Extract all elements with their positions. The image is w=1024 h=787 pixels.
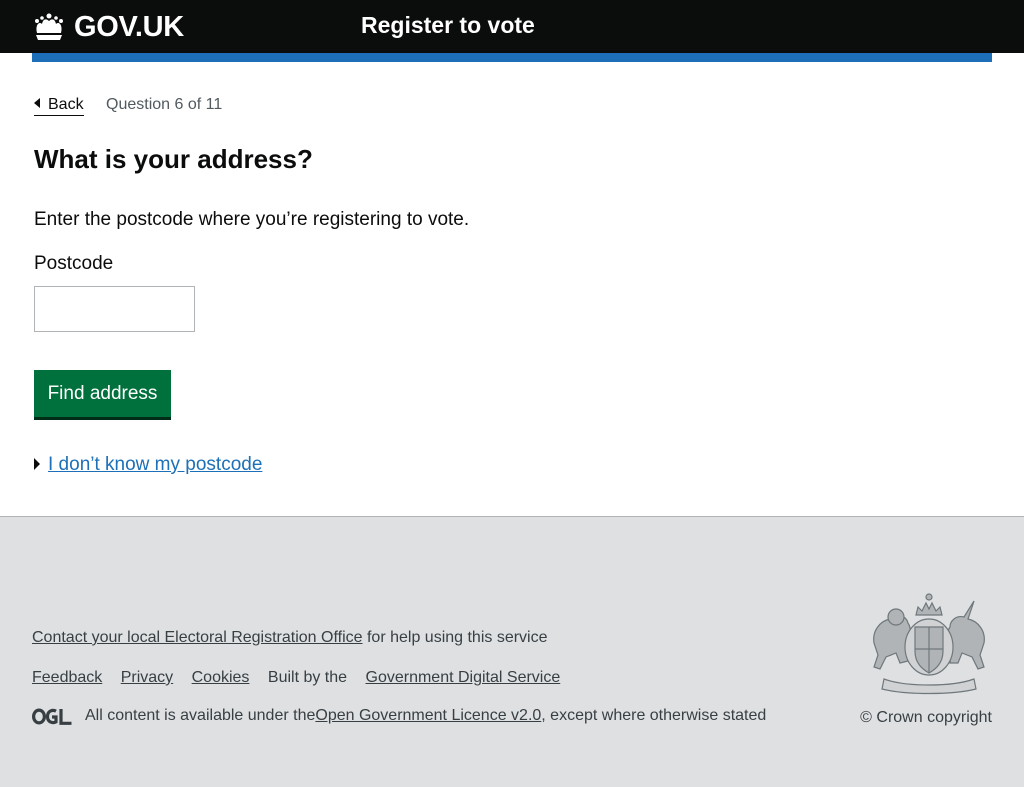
postcode-label: Postcode [34,253,114,274]
ogl-link[interactable]: Open Government Licence v2.0 [315,705,541,727]
logo-text: GOV.UK [74,10,184,43]
crown-copyright: © Crown copyright [860,709,992,726]
back-link[interactable]: Back [34,94,84,116]
question-counter: Question 6 of 11 [106,96,223,113]
postcode-help-details[interactable]: I don’t know my postcode [34,452,262,477]
back-arrow-icon [34,98,40,108]
summary-arrow-icon [34,458,40,470]
govuk-logo-link[interactable]: GOV.UK [32,10,184,44]
licence-suffix: , except where otherwise stated [541,707,767,724]
footer-link-feedback[interactable]: Feedback [32,669,102,686]
header-accent-bar [32,53,992,62]
crown-icon [35,13,63,40]
footer-link-cookies[interactable]: Cookies [192,669,250,686]
footer-links: Feedback Privacy Cookies Built by the Go… [32,667,560,689]
find-address-button[interactable]: Find address [34,370,171,417]
electoral-office-link[interactable]: Contact your local Electoral Registratio… [32,629,363,646]
built-by-prefix: Built by the [267,669,352,686]
royal-crest-icon [873,593,985,695]
site-header: GOV.UK Register to vote [0,0,1024,53]
footer-help-suffix: for help using this service [362,629,548,646]
back-link-label: Back [48,96,84,113]
service-name-link[interactable]: Register to vote [361,12,535,39]
postcode-input[interactable] [34,286,195,332]
dont-know-postcode-link[interactable]: I don’t know my postcode [48,454,262,475]
ogl-icon [32,708,72,725]
hint-text: Enter the postcode where you’re register… [34,209,470,230]
gds-link[interactable]: Government Digital Service [366,669,561,686]
footer-help: Contact your local Electoral Registratio… [32,627,548,649]
footer-link-privacy[interactable]: Privacy [121,669,173,686]
licence-prefix: All content is available under the [85,707,316,724]
site-footer: Contact your local Electoral Registratio… [0,516,1024,787]
page-title: What is your address? [34,144,313,174]
footer-licence: All content is available under the Open … [32,705,766,727]
